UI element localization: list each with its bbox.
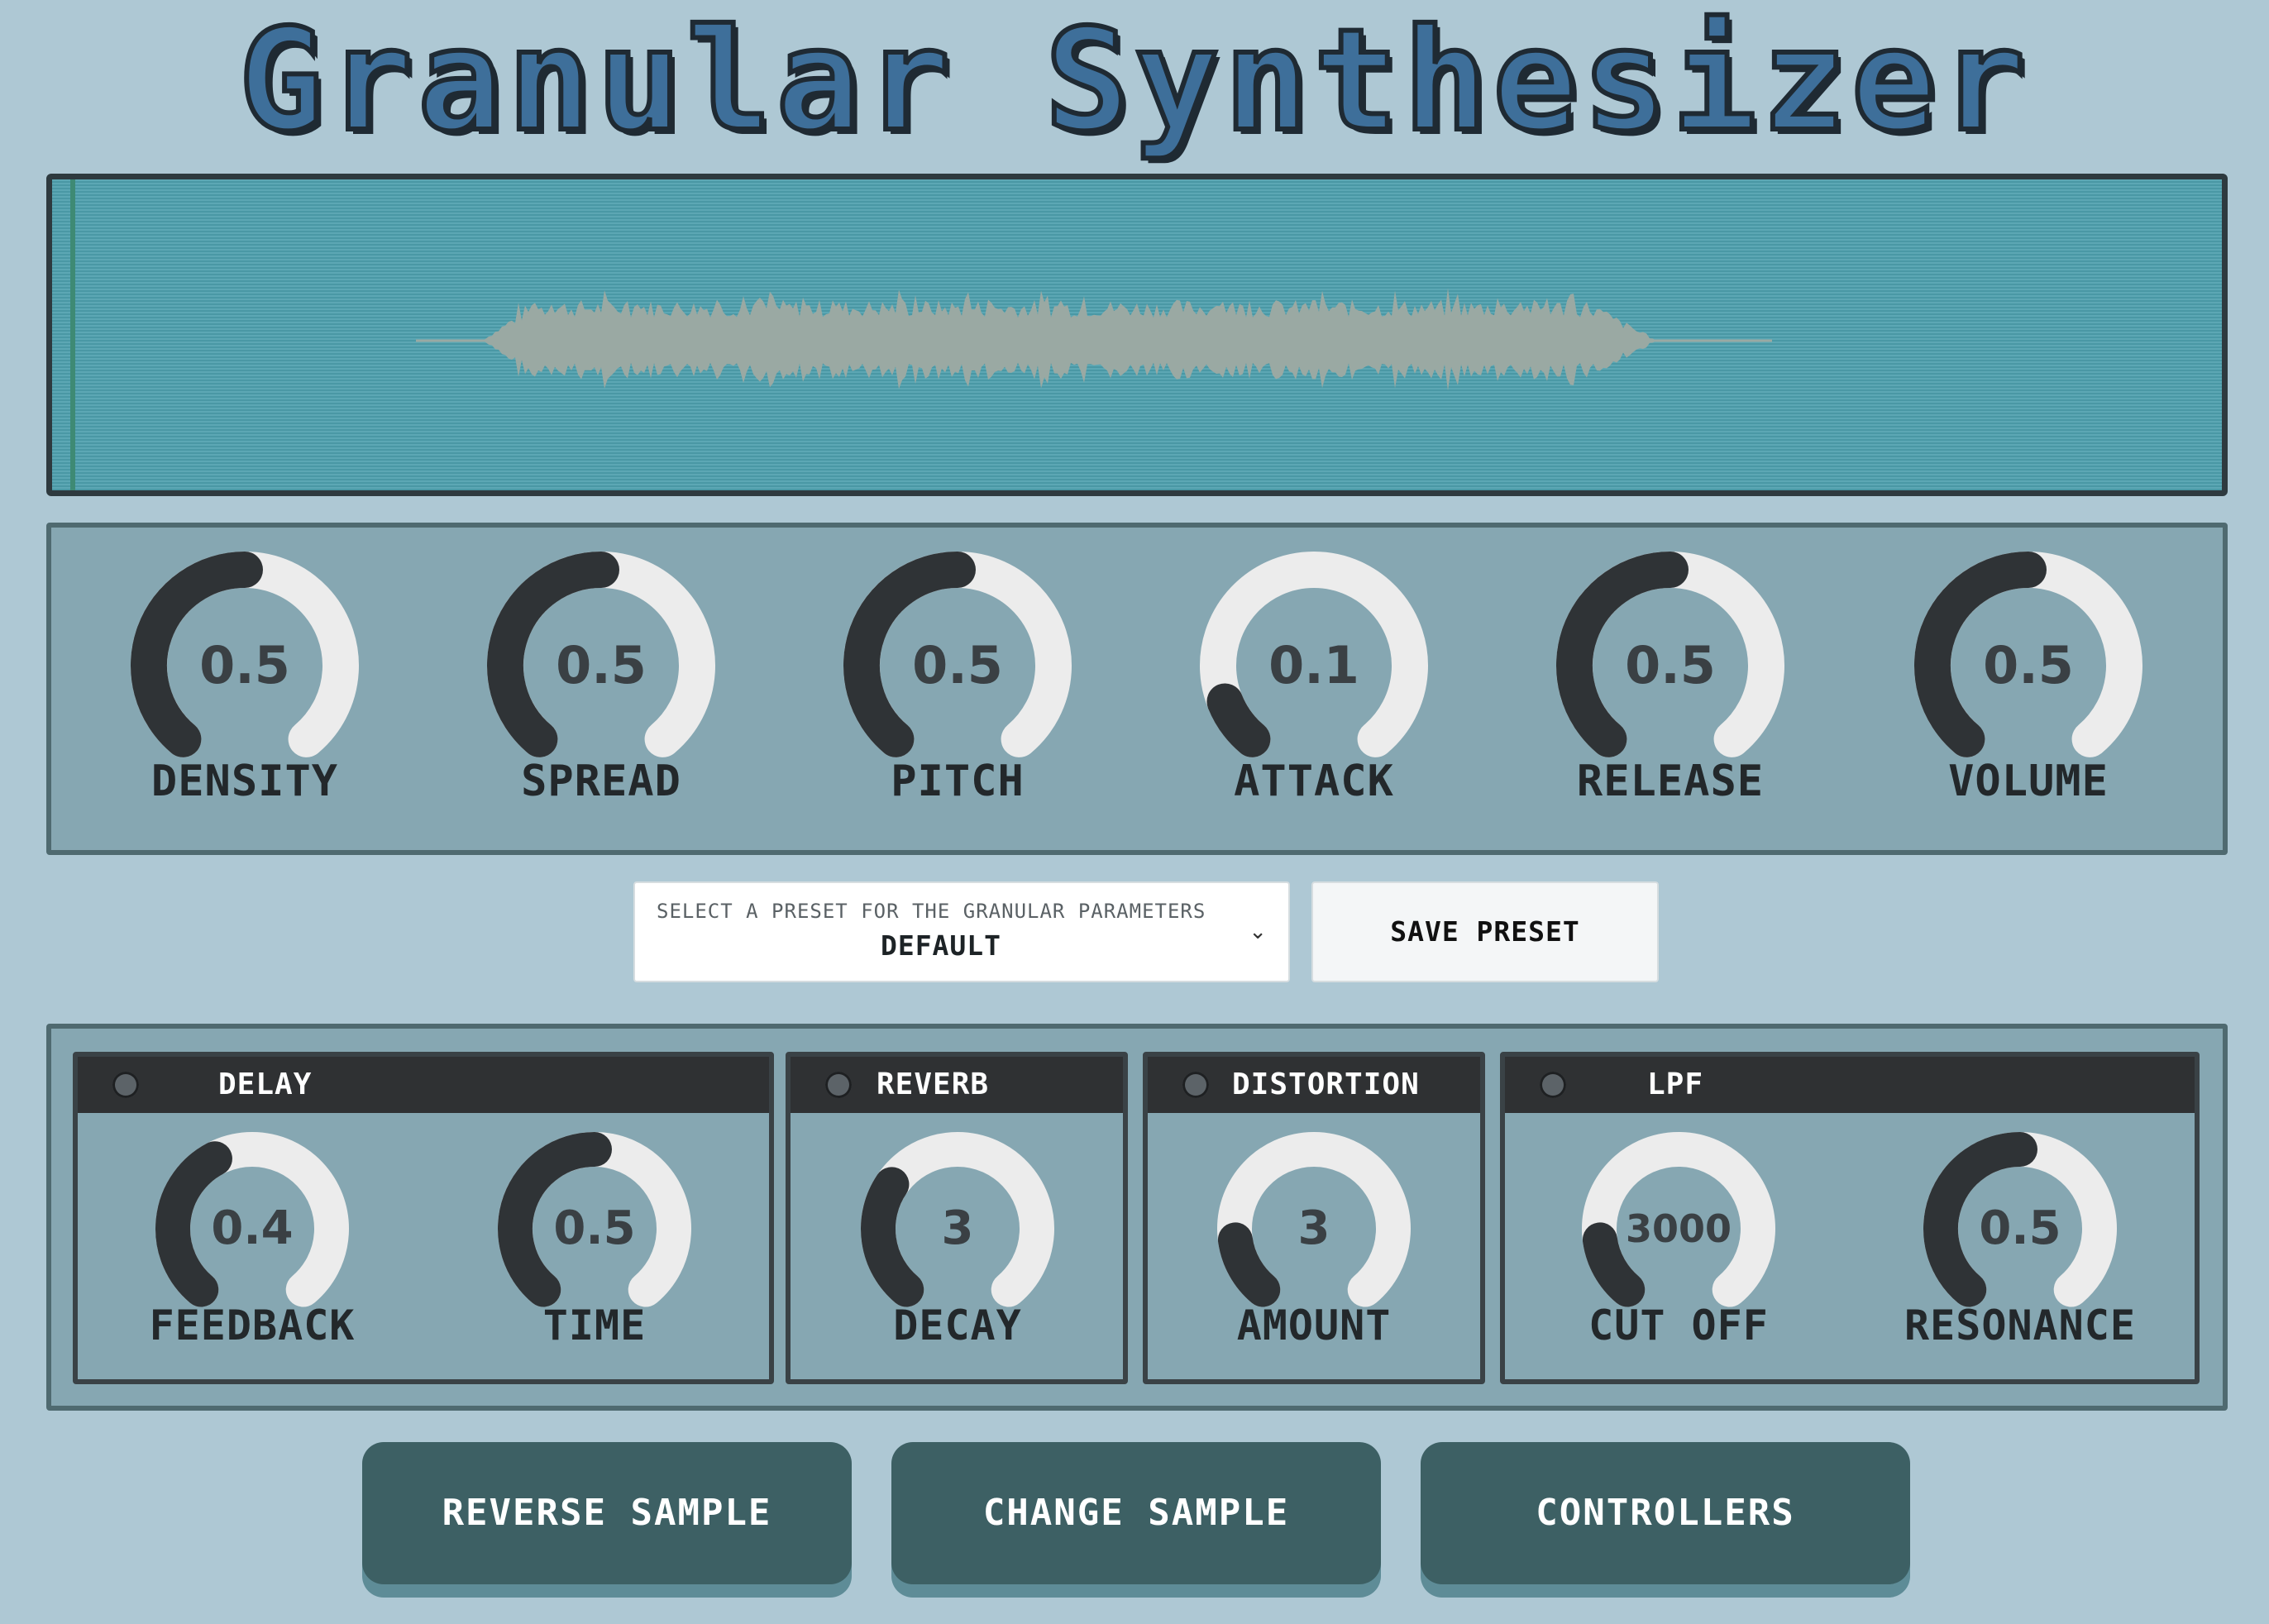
lpf-toggle[interactable] bbox=[1540, 1072, 1566, 1098]
distortion-toggle[interactable] bbox=[1182, 1072, 1209, 1098]
attack-knob[interactable]: 0.1 ATTACK bbox=[1182, 533, 1446, 806]
delay-toggle[interactable] bbox=[112, 1072, 139, 1098]
preset-selected-value: DEFAULT bbox=[880, 929, 1002, 962]
volume-knob[interactable]: 0.5 VOLUME bbox=[1896, 533, 2161, 806]
lpf-title: LPF bbox=[1647, 1068, 1704, 1101]
resonance-label: RESONANCE bbox=[1904, 1302, 2136, 1349]
decay-label: DECAY bbox=[893, 1302, 1022, 1349]
pitch-knob[interactable]: 0.5 PITCH bbox=[825, 533, 1090, 806]
delay-title: DELAY bbox=[218, 1068, 313, 1101]
distortion-header: DISTORTION bbox=[1148, 1057, 1480, 1113]
resonance-knob[interactable]: 0.5 RESONANCE bbox=[1904, 1115, 2135, 1349]
save-preset-button[interactable]: SAVE PRESET bbox=[1311, 881, 1659, 982]
distortion-title: DISTORTION bbox=[1232, 1068, 1420, 1101]
reverb-title: REVERB bbox=[877, 1068, 990, 1101]
playhead-marker[interactable] bbox=[70, 179, 75, 490]
volume-label: VOLUME bbox=[1948, 757, 2109, 806]
reverb-toggle[interactable] bbox=[825, 1072, 852, 1098]
delay-header: DELAY bbox=[78, 1057, 769, 1113]
release-knob[interactable]: 0.5 RELEASE bbox=[1538, 533, 1803, 806]
waveform-shape bbox=[482, 288, 1656, 391]
lpf-header: LPF bbox=[1505, 1057, 2195, 1113]
feedback-label: FEEDBACK bbox=[149, 1302, 356, 1349]
reverse-sample-button[interactable]: REVERSE SAMPLE bbox=[362, 1442, 852, 1584]
preset-select-label: SELECT A PRESET FOR THE GRANULAR PARAMET… bbox=[657, 900, 1206, 923]
controllers-button[interactable]: CONTROLLERS bbox=[1421, 1442, 1910, 1584]
density-knob[interactable]: 0.5 DENSITY bbox=[112, 533, 377, 806]
amount-label: AMOUNT bbox=[1236, 1302, 1392, 1349]
reverb-header: REVERB bbox=[791, 1057, 1123, 1113]
time-knob[interactable]: 0.5 TIME bbox=[480, 1115, 709, 1349]
app-title: Granular Synthesizer bbox=[236, 0, 2031, 163]
waveform-graphic bbox=[416, 288, 1772, 391]
decay-knob[interactable]: 3 DECAY bbox=[843, 1115, 1072, 1349]
cut-off-knob[interactable]: 3000 CUT OFF bbox=[1564, 1115, 1793, 1349]
chevron-down-icon[interactable]: ⌄ bbox=[1249, 919, 1267, 944]
amount-knob[interactable]: 3 AMOUNT bbox=[1200, 1115, 1428, 1349]
preset-select[interactable]: SELECT A PRESET FOR THE GRANULAR PARAMET… bbox=[633, 881, 1290, 982]
waveform-display[interactable] bbox=[46, 174, 2228, 496]
time-label: TIME bbox=[542, 1302, 647, 1349]
spread-knob[interactable]: 0.5 SPREAD bbox=[469, 533, 733, 806]
cut-off-label: CUT OFF bbox=[1588, 1302, 1769, 1349]
feedback-knob[interactable]: 0.4 FEEDBACK bbox=[138, 1115, 366, 1349]
change-sample-button[interactable]: CHANGE SAMPLE bbox=[891, 1442, 1381, 1584]
